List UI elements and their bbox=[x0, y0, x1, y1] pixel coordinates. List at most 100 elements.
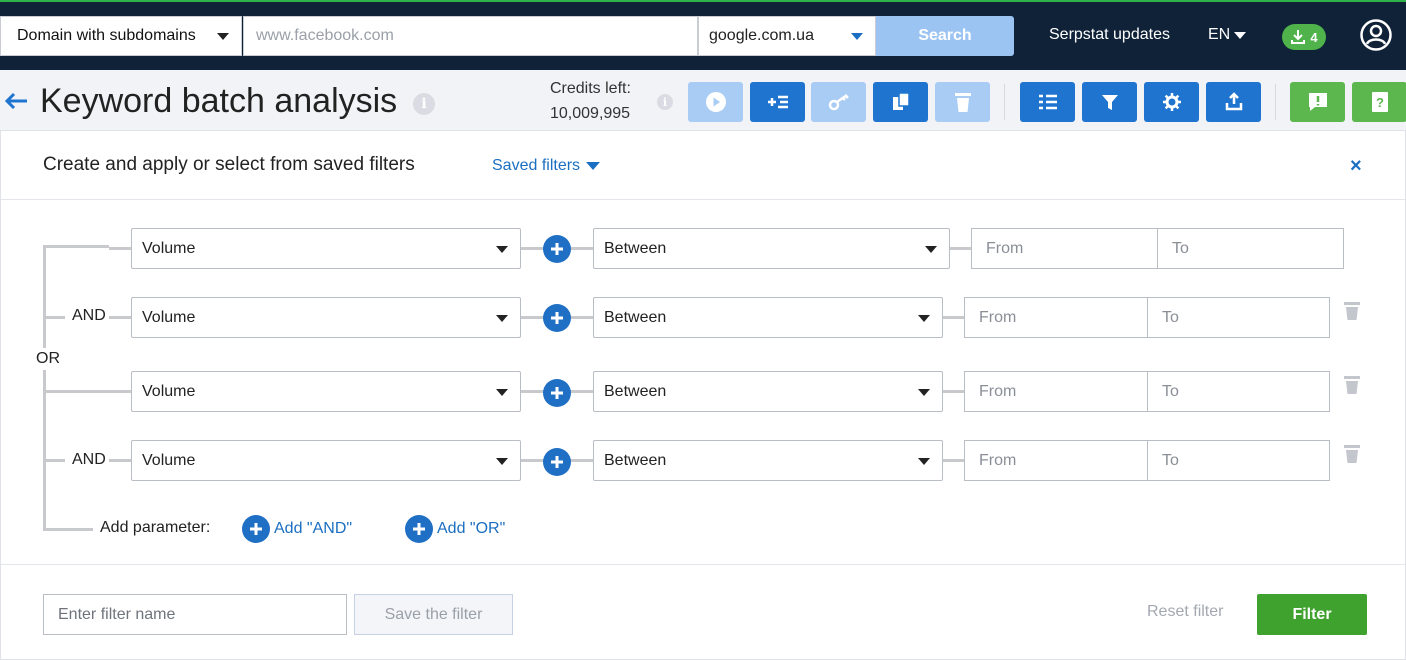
add-condition-button[interactable] bbox=[543, 304, 571, 332]
add-keywords-button[interactable] bbox=[750, 82, 805, 122]
gear-icon bbox=[1162, 93, 1181, 111]
add-condition-button[interactable] bbox=[543, 379, 571, 407]
user-avatar-icon[interactable] bbox=[1360, 19, 1392, 51]
saved-filters-dropdown[interactable]: Saved filters bbox=[492, 157, 601, 175]
keys-button[interactable] bbox=[811, 82, 866, 122]
chevron-down-icon bbox=[918, 389, 930, 396]
to-input[interactable] bbox=[1157, 228, 1344, 269]
info-icon[interactable]: i bbox=[413, 93, 435, 115]
reset-filter-button[interactable]: Reset filter bbox=[1147, 603, 1223, 621]
row-connector bbox=[943, 390, 964, 393]
add-parameter-label: Add parameter: bbox=[100, 519, 211, 536]
copy-icon bbox=[892, 92, 910, 110]
toolbar-divider bbox=[1275, 84, 1276, 120]
key-icon bbox=[828, 93, 849, 111]
credits-info-icon[interactable]: i bbox=[657, 94, 673, 110]
condition-select[interactable]: Between bbox=[593, 297, 943, 338]
chevron-down-icon bbox=[586, 162, 601, 170]
or-label: OR bbox=[36, 348, 60, 370]
parameter-value: Volume bbox=[142, 239, 196, 257]
language-value: EN bbox=[1208, 26, 1231, 43]
plus-icon bbox=[242, 515, 270, 543]
from-input[interactable] bbox=[964, 440, 1148, 481]
svg-text:?: ? bbox=[1376, 95, 1384, 110]
settings-button[interactable] bbox=[1144, 82, 1199, 122]
database-select[interactable]: google.com.ua bbox=[698, 16, 876, 56]
row-connector bbox=[943, 459, 964, 462]
copy-button[interactable] bbox=[873, 82, 928, 122]
to-input[interactable] bbox=[1147, 371, 1330, 412]
tree-branch bbox=[43, 390, 131, 393]
serpstat-updates-link[interactable]: Serpstat updates bbox=[1049, 26, 1170, 44]
add-or-button[interactable]: Add "OR" bbox=[405, 515, 505, 543]
filters-panel: Create and apply or select from saved fi… bbox=[0, 130, 1406, 660]
saved-filters-label: Saved filters bbox=[492, 157, 581, 174]
downloads-button[interactable]: 4 bbox=[1282, 24, 1326, 50]
filter-name-input[interactable] bbox=[43, 594, 347, 635]
tree-branch bbox=[43, 459, 65, 462]
parameter-select[interactable]: Volume bbox=[131, 371, 521, 412]
chevron-down-icon bbox=[217, 33, 229, 40]
save-filter-button[interactable]: Save the filter bbox=[354, 594, 513, 635]
chevron-down-icon bbox=[918, 458, 930, 465]
chevron-down-icon bbox=[496, 458, 508, 465]
condition-value: Between bbox=[604, 382, 667, 400]
add-condition-button[interactable] bbox=[543, 448, 571, 476]
condition-select[interactable]: Between bbox=[593, 371, 943, 412]
search-scope-select[interactable]: Domain with subdomains bbox=[0, 16, 242, 56]
play-icon bbox=[705, 92, 726, 112]
plus-icon bbox=[551, 312, 563, 324]
search-scope-value: Domain with subdomains bbox=[17, 27, 196, 44]
run-button[interactable] bbox=[688, 82, 743, 122]
domain-search-input[interactable] bbox=[243, 16, 698, 56]
plus-icon bbox=[551, 243, 563, 255]
page-title: Keyword batch analysis bbox=[40, 82, 398, 120]
trash-icon[interactable] bbox=[1343, 301, 1361, 321]
parameter-select[interactable]: Volume bbox=[131, 297, 521, 338]
feedback-button[interactable] bbox=[1290, 82, 1345, 122]
export-button[interactable] bbox=[1206, 82, 1261, 122]
database-value: google.com.ua bbox=[709, 27, 814, 44]
chevron-down-icon bbox=[918, 315, 930, 322]
tree-branch bbox=[109, 459, 131, 462]
tree-branch bbox=[43, 316, 65, 319]
add-and-button[interactable]: Add "AND" bbox=[242, 515, 352, 543]
list-view-button[interactable] bbox=[1020, 82, 1075, 122]
apply-filter-button[interactable]: Filter bbox=[1257, 594, 1367, 635]
help-button[interactable]: ? bbox=[1352, 82, 1406, 122]
chevron-down-icon bbox=[1234, 31, 1247, 39]
filter-toggle-button[interactable] bbox=[1082, 82, 1137, 122]
parameter-select[interactable]: Volume bbox=[131, 440, 521, 481]
from-input[interactable] bbox=[971, 228, 1158, 269]
row-connector bbox=[943, 316, 964, 319]
delete-button[interactable] bbox=[935, 82, 990, 122]
from-input[interactable] bbox=[964, 297, 1148, 338]
trash-icon[interactable] bbox=[1343, 444, 1361, 464]
condition-value: Between bbox=[604, 239, 667, 257]
list-icon bbox=[1038, 94, 1057, 110]
chevron-down-icon bbox=[851, 33, 863, 40]
tree-branch bbox=[43, 245, 109, 248]
feedback-icon bbox=[1308, 93, 1327, 111]
panel-title: Create and apply or select from saved fi… bbox=[43, 154, 415, 175]
to-input[interactable] bbox=[1147, 297, 1330, 338]
condition-select[interactable]: Between bbox=[593, 228, 950, 269]
parameter-select[interactable]: Volume bbox=[131, 228, 521, 269]
language-select[interactable]: EN bbox=[1208, 26, 1247, 44]
tree-branch bbox=[109, 316, 131, 319]
plus-icon bbox=[551, 456, 563, 468]
add-condition-button[interactable] bbox=[543, 235, 571, 263]
close-icon[interactable]: × bbox=[1350, 155, 1362, 178]
to-input[interactable] bbox=[1147, 440, 1330, 481]
condition-value: Between bbox=[604, 308, 667, 326]
trash-icon[interactable] bbox=[1343, 375, 1361, 395]
filter-icon bbox=[1101, 95, 1118, 110]
condition-select[interactable]: Between bbox=[593, 440, 943, 481]
search-button[interactable]: Search bbox=[876, 16, 1014, 56]
from-input[interactable] bbox=[964, 371, 1148, 412]
help-book-icon: ? bbox=[1371, 92, 1388, 112]
tree-branch bbox=[109, 247, 131, 250]
back-arrow-icon[interactable] bbox=[2, 84, 30, 118]
or-tree-line bbox=[43, 245, 46, 531]
tree-branch bbox=[43, 528, 93, 531]
